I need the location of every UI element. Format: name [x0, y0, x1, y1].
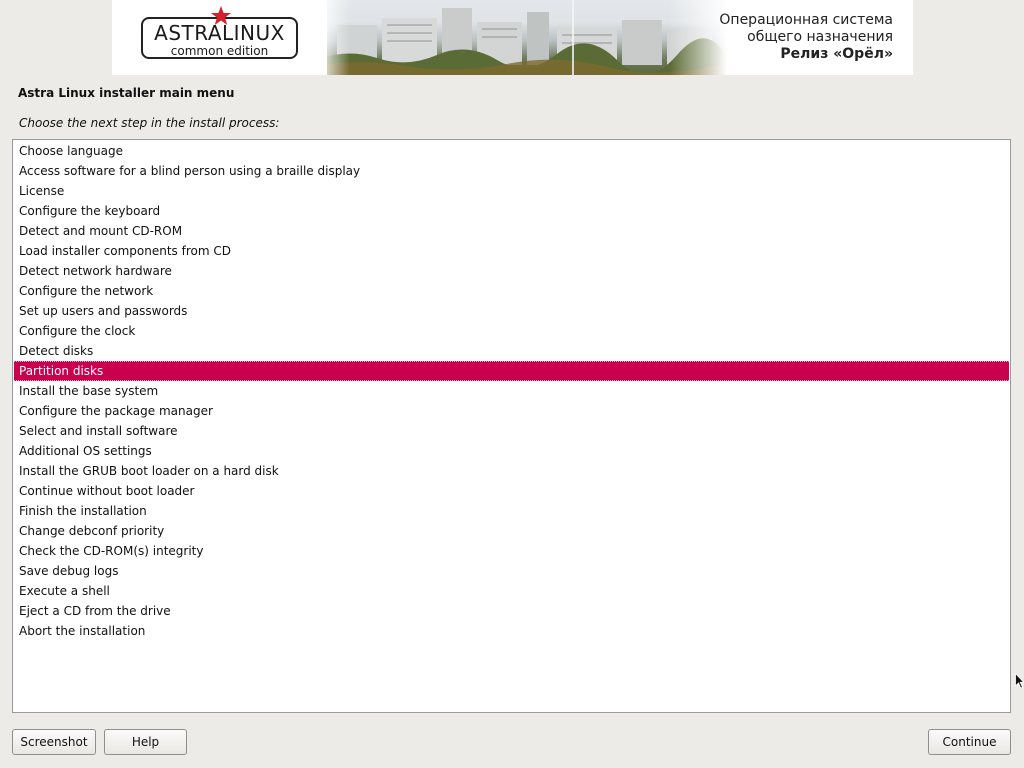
menu-item[interactable]: Change debconf priority — [14, 521, 1009, 541]
menu-item[interactable]: Configure the keyboard — [14, 201, 1009, 221]
menu-item[interactable]: Detect disks — [14, 341, 1009, 361]
tagline-line2: общего назначения — [747, 29, 893, 45]
header-banner: ASTRALINUX common edition Операционная с… — [112, 0, 913, 75]
menu-item[interactable]: Choose language — [14, 141, 1009, 161]
menu-item[interactable]: Set up users and passwords — [14, 301, 1009, 321]
menu-item[interactable]: Select and install software — [14, 421, 1009, 441]
os-tagline: Операционная система общего назначения Р… — [719, 12, 893, 63]
installer-menu-list[interactable]: Choose language Access software for a bli… — [12, 139, 1011, 713]
city-photo — [317, 0, 727, 75]
menu-item[interactable]: Continue without boot loader — [14, 481, 1009, 501]
city-skyline-image — [317, 0, 727, 75]
help-button[interactable]: Help — [104, 729, 187, 755]
mouse-cursor-icon — [1015, 673, 1024, 689]
logo-subtitle: common edition — [170, 44, 269, 58]
red-star-icon — [211, 6, 231, 25]
menu-prompt: Choose the next step in the install proc… — [19, 116, 280, 130]
menu-item[interactable]: Access software for a blind person using… — [14, 161, 1009, 181]
menu-item[interactable]: Detect network hardware — [14, 261, 1009, 281]
logo-area: ASTRALINUX common edition — [112, 0, 327, 75]
menu-item[interactable]: Configure the network — [14, 281, 1009, 301]
menu-item[interactable]: Install the base system — [14, 381, 1009, 401]
page-title: Astra Linux installer main menu — [18, 86, 235, 100]
menu-item[interactable]: Eject a CD from the drive — [14, 601, 1009, 621]
release-name: Релиз «Орёл» — [780, 46, 893, 62]
screenshot-button[interactable]: Screenshot — [12, 729, 96, 755]
tagline-line1: Операционная система — [719, 12, 893, 28]
menu-item[interactable]: License — [14, 181, 1009, 201]
menu-item[interactable]: Install the GRUB boot loader on a hard d… — [14, 461, 1009, 481]
menu-item[interactable]: Finish the installation — [14, 501, 1009, 521]
menu-item[interactable]: Check the CD-ROM(s) integrity — [14, 541, 1009, 561]
continue-button[interactable]: Continue — [928, 729, 1011, 755]
menu-item[interactable]: Configure the clock — [14, 321, 1009, 341]
menu-item[interactable]: Configure the package manager — [14, 401, 1009, 421]
menu-item[interactable]: Abort the installation — [14, 621, 1009, 641]
menu-item[interactable]: Execute a shell — [14, 581, 1009, 601]
menu-item[interactable]: Detect and mount CD-ROM — [14, 221, 1009, 241]
menu-item[interactable]: Load installer components from CD — [14, 241, 1009, 261]
menu-item-selected[interactable]: Partition disks — [14, 361, 1009, 381]
menu-item[interactable]: Save debug logs — [14, 561, 1009, 581]
menu-item[interactable]: Additional OS settings — [14, 441, 1009, 461]
